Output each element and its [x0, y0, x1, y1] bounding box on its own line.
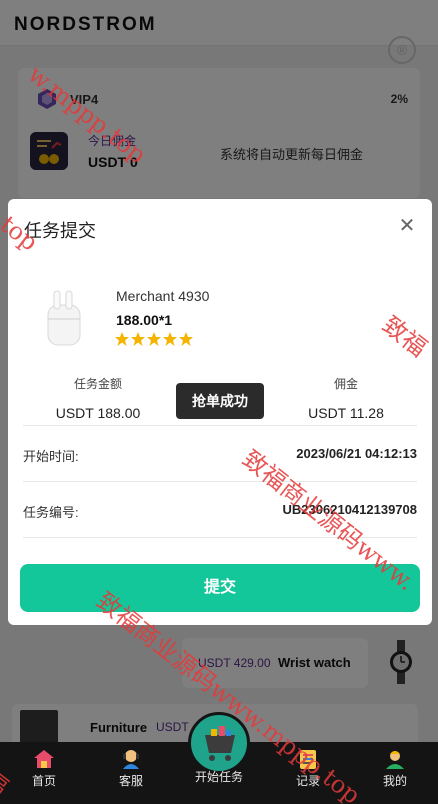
support-icon: [123, 750, 139, 769]
merchant-name: Merchant 4930: [116, 288, 210, 304]
nav-label: 客服: [118, 774, 143, 788]
dialog-title: 任务提交: [24, 221, 96, 241]
close-icon[interactable]: ✕: [396, 215, 418, 237]
task-number-label: 任务编号:: [23, 505, 79, 520]
start-time-value: 2023/06/21 04:12:13: [296, 446, 417, 461]
commission-label: 佣金: [333, 377, 358, 391]
star-icon: [179, 332, 193, 346]
star-icon: [163, 332, 177, 346]
cart-icon: [205, 726, 235, 761]
price-quantity: 188.00*1: [116, 312, 173, 328]
records-icon: [300, 750, 316, 769]
commission: 佣金 USDT 11.28: [276, 375, 416, 421]
task-submit-dialog: 任务提交 ✕ Merchant 4930 188.00*1 任务金额 USDT …: [8, 199, 432, 625]
nav-label: 记录: [295, 774, 320, 788]
task-number-value: UB2306210412139708: [282, 502, 417, 517]
grab-success-toast: 抢单成功: [176, 383, 264, 419]
home-icon: [34, 750, 54, 768]
nav-item-support[interactable]: 客服: [101, 742, 161, 804]
bottom-nav: 首页 客服 开始任务 记录 我的: [0, 712, 438, 804]
nav-label: 我的: [382, 774, 407, 788]
task-amount-value: USDT 188.00: [55, 405, 141, 421]
start-time-row: 开始时间: 2023/06/21 04:12:13: [23, 425, 417, 481]
start-task-button[interactable]: [188, 712, 250, 774]
start-time-label: 开始时间:: [23, 449, 79, 464]
star-icon: [131, 332, 145, 346]
divider: [23, 537, 417, 538]
profile-icon: [386, 751, 404, 769]
task-amount-label: 任务金额: [73, 377, 122, 391]
task-amount: 任务金额 USDT 188.00: [28, 375, 168, 421]
rating-stars: [114, 331, 194, 347]
star-icon: [115, 332, 129, 346]
nav-item-profile[interactable]: 我的: [365, 742, 425, 804]
airpods-image: [47, 290, 81, 346]
star-icon: [147, 332, 161, 346]
submit-button[interactable]: 提交: [20, 564, 420, 612]
nav-item-home[interactable]: 首页: [14, 742, 74, 804]
task-number-row: 任务编号: UB2306210412139708: [23, 481, 417, 537]
nav-item-records[interactable]: 记录: [278, 742, 338, 804]
commission-value: USDT 11.28: [308, 405, 384, 421]
nav-label-start-task[interactable]: 开始任务: [180, 768, 258, 785]
nav-label: 首页: [31, 774, 56, 788]
